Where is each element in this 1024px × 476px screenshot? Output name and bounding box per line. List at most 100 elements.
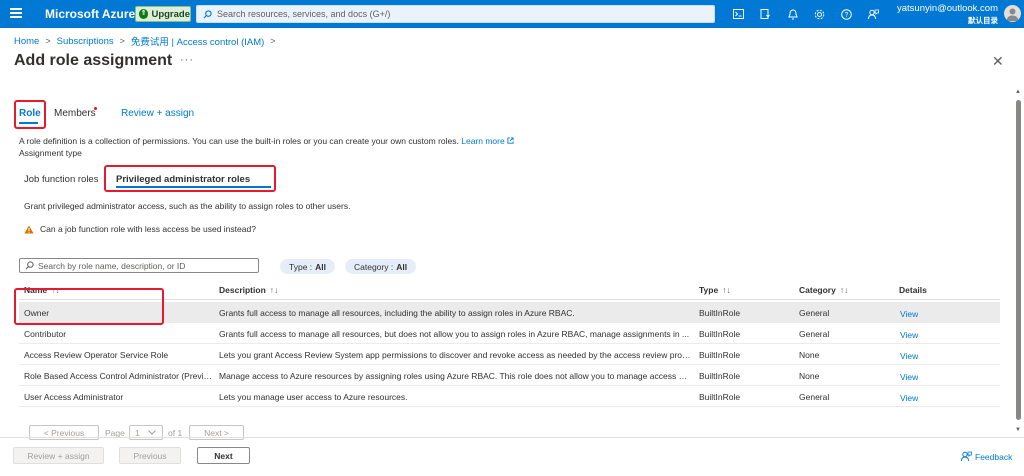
tab-job-function-roles[interactable]: Job function roles	[24, 174, 98, 185]
role-description-cell: Grants full access to manage all resourc…	[219, 308, 575, 318]
breadcrumb-separator-icon: >	[45, 36, 51, 46]
role-description-cell: Manage access to Azure resources by assi…	[219, 371, 691, 381]
required-indicator-icon	[94, 107, 97, 110]
column-header-details: Details	[899, 285, 927, 295]
vertical-scrollbar[interactable]: ▲ ▼	[1014, 88, 1023, 436]
type-filter-pill[interactable]: Type : All	[280, 259, 336, 274]
role-type: BuiltInRole	[699, 392, 741, 402]
brand-name[interactable]: Microsoft Azure	[45, 7, 135, 21]
sort-icon: ↑↓	[722, 285, 731, 295]
learn-more-link[interactable]: Learn more	[461, 136, 514, 146]
upgrade-icon: ⇑	[139, 9, 149, 19]
avatar[interactable]	[1004, 5, 1021, 22]
previous-button[interactable]: Previous	[119, 447, 181, 464]
external-link-icon	[507, 137, 514, 144]
role-category: General	[799, 308, 830, 318]
sort-icon: ↑↓	[839, 285, 849, 295]
tab-privileged-administrator-roles[interactable]: Privileged administrator roles	[116, 174, 250, 185]
avatar-person-icon	[1006, 8, 1019, 21]
role-description-text: A role definition is a collection of per…	[19, 136, 459, 146]
review-assign-button[interactable]: Review + assign	[13, 447, 104, 464]
global-search-placeholder: Search resources, services, and docs (G+…	[217, 9, 391, 19]
view-details-link[interactable]: View	[900, 351, 918, 361]
role-name: Access Review Operator Service Role	[24, 350, 169, 360]
scrollbar-thumb[interactable]	[1016, 100, 1021, 420]
table-row[interactable]: Role Based Access Control Administrator …	[19, 365, 1000, 386]
chevron-down-icon	[147, 430, 156, 435]
view-details-link[interactable]: View	[900, 330, 918, 340]
table-row[interactable]: Owner Grants full access to manage all r…	[19, 302, 1000, 323]
view-details-link[interactable]: View	[900, 393, 918, 403]
hamburger-menu-icon[interactable]	[10, 8, 22, 19]
breadcrumb-home[interactable]: Home	[14, 36, 39, 47]
table-row[interactable]: Contributor Grants full access to manage…	[19, 323, 1000, 344]
warning-message: Can a job function role with less access…	[24, 224, 256, 234]
next-button[interactable]: Next	[197, 447, 250, 464]
category-filter-value: All	[396, 261, 408, 272]
role-category: General	[799, 329, 830, 339]
close-icon[interactable]: ✕	[992, 53, 1004, 70]
tab-review-assign[interactable]: Review + assign	[121, 108, 194, 119]
search-icon	[203, 9, 212, 18]
role-name: Contributor	[24, 329, 67, 339]
role-description-cell: Grants full access to manage all resourc…	[219, 329, 690, 339]
help-icon[interactable]: ?	[833, 5, 860, 23]
role-type: BuiltInRole	[699, 371, 741, 381]
assignment-type-label: Assignment type	[19, 148, 82, 158]
role-name: Role Based Access Control Administrator …	[24, 371, 214, 381]
column-header-category[interactable]: Category ↑↓	[799, 285, 848, 295]
feedback-person-icon	[961, 451, 972, 462]
account-info[interactable]: yatsunyin@outlook.com 默认目录	[868, 3, 998, 26]
tab-role-underline	[19, 122, 38, 124]
role-search-input[interactable]: Search by role name, description, or ID	[19, 258, 259, 273]
feedback-link[interactable]: Feedback	[961, 451, 1012, 462]
feedback-label: Feedback	[975, 451, 1013, 462]
user-email: yatsunyin@outlook.com	[897, 3, 998, 14]
breadcrumb-subscriptions[interactable]: Subscriptions	[57, 36, 114, 47]
role-category: None	[799, 350, 820, 360]
global-search-input[interactable]: Search resources, services, and docs (G+…	[196, 5, 715, 23]
tab-role[interactable]: Role	[19, 108, 41, 119]
type-filter-value: All	[315, 261, 327, 272]
pagination-page-value: 1	[135, 427, 140, 438]
sort-icon: ↑↓	[269, 285, 279, 295]
upgrade-button[interactable]: ⇑ Upgrade	[135, 6, 191, 22]
settings-icon[interactable]	[806, 5, 833, 23]
type-filter-label: Type :	[289, 261, 313, 272]
top-icon-group: ?	[725, 5, 887, 23]
table-row[interactable]: User Access Administrator Lets you manag…	[19, 386, 1000, 407]
category-filter-pill[interactable]: Category : All	[345, 259, 417, 274]
scroll-up-icon[interactable]: ▲	[1015, 89, 1021, 95]
tab-members[interactable]: Members	[54, 108, 96, 119]
warning-icon	[24, 225, 34, 233]
view-details-link[interactable]: View	[900, 372, 918, 382]
warning-text: Can a job function role with less access…	[40, 224, 256, 234]
highlight-owner-row	[14, 288, 164, 325]
view-details-link[interactable]: View	[900, 309, 918, 319]
table-header-divider	[19, 299, 1000, 300]
role-type: BuiltInRole	[699, 350, 741, 360]
role-description: A role definition is a collection of per…	[19, 136, 514, 146]
top-navigation-bar: Microsoft Azure ⇑ Upgrade Search resourc…	[0, 0, 1024, 28]
more-options-icon[interactable]: ···	[180, 54, 194, 66]
role-type: BuiltInRole	[699, 308, 741, 318]
directory-filter-icon[interactable]	[752, 5, 779, 23]
notifications-icon[interactable]	[779, 5, 806, 23]
search-icon	[25, 261, 34, 270]
privileged-description: Grant privileged administrator access, s…	[24, 201, 351, 211]
role-description-cell: Lets you manage user access to Azure res…	[219, 392, 408, 402]
breadcrumb-access-control[interactable]: 免费试用 | Access control (IAM)	[131, 34, 264, 48]
cloud-shell-icon[interactable]	[725, 5, 752, 23]
role-type: BuiltInRole	[699, 329, 741, 339]
category-filter-label: Category :	[354, 261, 394, 272]
breadcrumb-separator-icon: >	[270, 36, 276, 46]
breadcrumb: Home > Subscriptions > 免费试用 | Access con…	[14, 34, 282, 49]
column-header-type[interactable]: Type ↑↓	[699, 285, 731, 295]
column-header-description[interactable]: Description ↑↓	[219, 285, 278, 295]
scroll-down-icon[interactable]: ▼	[1015, 427, 1021, 433]
role-description-cell: Lets you grant Access Review System app …	[219, 350, 691, 360]
role-category: General	[799, 392, 830, 402]
svg-text:?: ?	[845, 12, 849, 19]
page-title: Add role assignment	[14, 52, 173, 69]
table-row[interactable]: Access Review Operator Service Role Lets…	[19, 344, 1000, 365]
